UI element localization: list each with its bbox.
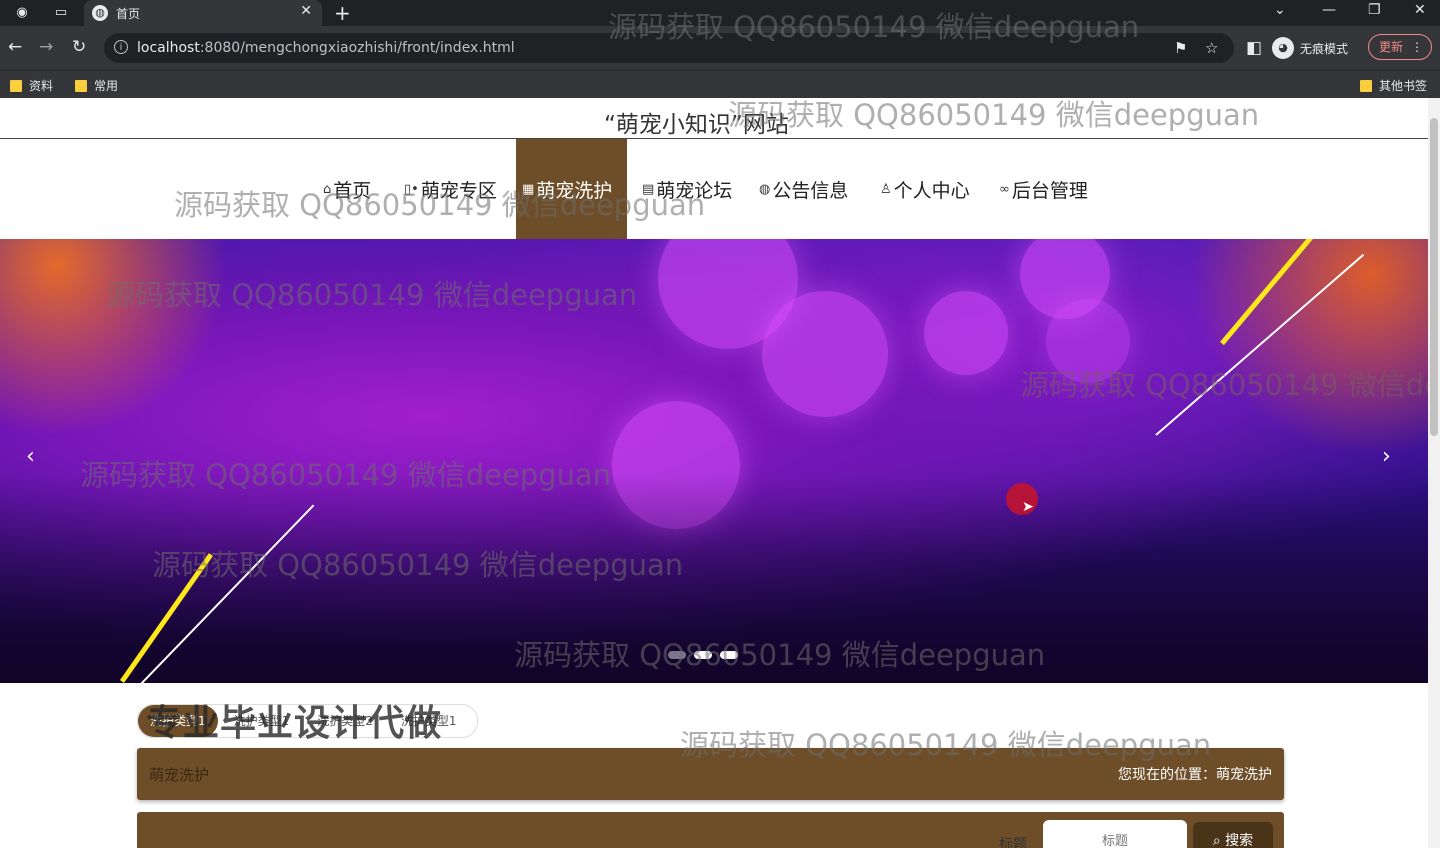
search-bar: 标题 ⌕ 搜索 <box>137 812 1284 848</box>
carousel-dot[interactable] <box>668 651 686 659</box>
link-icon: ∞ <box>999 181 1010 197</box>
tab-title: 首页 <box>116 7 141 21</box>
bookmark-label: 资料 <box>29 79 54 93</box>
nav-item-home[interactable]: ⌂ 首页 <box>323 139 371 239</box>
breadcrumb: 您现在的位置：萌宠洗护 <box>1118 767 1272 783</box>
browser-tab[interactable]: ◍ 首页 ✕ <box>84 0 322 26</box>
close-icon[interactable]: ✕ <box>300 3 312 19</box>
bookmark-label: 其他书签 <box>1379 79 1428 93</box>
minimize-icon[interactable]: — <box>1322 2 1336 18</box>
nav-item-admin[interactable]: ∞ 后台管理 <box>999 139 1088 239</box>
forward-icon[interactable]: → <box>39 37 53 57</box>
address-bar[interactable]: i localhost:8080/mengchongxiaozhishi/fro… <box>104 33 1234 63</box>
bookmark-label: 常用 <box>94 79 119 93</box>
globe-icon: ◍ <box>92 5 108 21</box>
scrollbar-thumb[interactable] <box>1430 118 1438 436</box>
carousel-indicators <box>668 651 738 659</box>
translate-icon[interactable]: ⚑ <box>1174 39 1187 57</box>
globe-icon: ◍ <box>759 181 771 197</box>
nav-item-pet-zone[interactable]: ▯• 萌宠专区 <box>404 139 497 239</box>
bokeh-light <box>924 291 1008 375</box>
carousel-dot[interactable] <box>720 651 738 659</box>
bookmarks-bar: 资料 常用 其他书签 <box>0 70 1440 98</box>
home-icon: ⌂ <box>323 181 332 197</box>
other-bookmarks[interactable]: 其他书签 <box>1360 77 1427 94</box>
user-icon: ♙ <box>880 181 892 197</box>
page-scrollbar[interactable] <box>1428 98 1440 848</box>
mouse-cursor-icon: ➤ <box>1022 499 1034 515</box>
nav-label: 首页 <box>333 179 372 202</box>
search-label: 标题 <box>999 837 1027 848</box>
star-icon[interactable]: ☆ <box>1205 39 1218 57</box>
carousel-dot[interactable] <box>694 651 712 659</box>
sidebar-icon[interactable]: ◧ <box>1246 38 1262 58</box>
browser-logo-icon[interactable]: ◉ <box>13 4 31 22</box>
url-text[interactable]: localhost:8080/mengchongxiaozhishi/front… <box>137 40 515 56</box>
update-label: 更新 <box>1379 40 1404 54</box>
nav-label: 萌宠专区 <box>420 179 497 202</box>
restore-icon[interactable]: ❐ <box>1368 2 1381 18</box>
nav-label: 后台管理 <box>1011 179 1088 202</box>
nav-label: 萌宠论坛 <box>656 179 733 202</box>
breadcrumb-bar: 萌宠洗护 您现在的位置：萌宠洗护 <box>137 748 1284 800</box>
nav-item-notices[interactable]: ◍ 公告信息 <box>759 139 848 239</box>
main-nav: ⌂ 首页 ▯• 萌宠专区 ▦ 萌宠洗护 ▤ 萌宠论坛 ◍ 公告信息 ♙ 个人中心 ∞ 后台管理 <box>0 139 1428 239</box>
folder-icon <box>10 79 22 92</box>
nav-label: 萌宠洗护 <box>536 179 613 202</box>
chevron-down-icon[interactable]: ⌄ <box>1274 2 1286 18</box>
nav-item-profile[interactable]: ♙ 个人中心 <box>880 139 970 239</box>
search-button-label: 搜索 <box>1225 833 1254 848</box>
nav-label: 公告信息 <box>772 179 849 202</box>
folder-icon <box>1360 79 1372 92</box>
browser-toolbar: ← → ↻ i localhost:8080/mengchongxiaozhis… <box>0 26 1440 70</box>
carousel[interactable]: ‹ › ➤ <box>0 239 1428 683</box>
incognito-indicator[interactable]: ◕ 无痕模式 <box>1272 35 1348 61</box>
bookmark-folder-2[interactable]: 常用 <box>75 77 118 94</box>
reload-icon[interactable]: ↻ <box>72 37 86 57</box>
search-icon: ⌕ <box>1212 833 1221 848</box>
new-tab-icon[interactable]: + <box>334 1 351 25</box>
back-icon[interactable]: ← <box>8 37 22 57</box>
care-icon: ▦ <box>522 181 535 197</box>
nav-item-pet-care[interactable]: ▦ 萌宠洗护 <box>516 139 627 239</box>
incognito-label: 无痕模式 <box>1300 41 1349 56</box>
info-icon[interactable]: i <box>114 40 128 54</box>
section-title: 萌宠洗护 <box>149 766 210 784</box>
update-button[interactable]: 更新 ⋮ <box>1368 34 1432 60</box>
nav-label: 个人中心 <box>893 179 970 202</box>
web-page: “萌宠小知识”网站 ⌂ 首页 ▯• 萌宠专区 ▦ 萌宠洗护 ▤ 萌宠论坛 ◍ 公告信息 ♙… <box>0 98 1428 848</box>
search-button[interactable]: ⌕ 搜索 <box>1193 822 1273 848</box>
forum-icon: ▤ <box>642 181 655 197</box>
site-title: “萌宠小知识”网站 <box>604 112 789 138</box>
light-ray <box>1220 239 1327 346</box>
browser-tab-strip: ◉ ▭ ◍ 首页 ✕ + ⌄ — ❐ ✕ <box>0 0 1440 26</box>
bokeh-light <box>1046 299 1130 383</box>
nav-item-forum[interactable]: ▤ 萌宠论坛 <box>642 139 732 239</box>
promo-overlay-text: 专业毕业设计代做 <box>146 703 443 744</box>
bookmark-folder-1[interactable]: 资料 <box>10 77 53 94</box>
tab-search-icon[interactable]: ▭ <box>52 4 70 22</box>
bokeh-light <box>762 291 888 417</box>
menu-icon[interactable]: ⋮ <box>1411 35 1423 59</box>
folder-icon <box>75 79 87 92</box>
pet-icon: ▯• <box>404 181 419 197</box>
site-header: “萌宠小知识”网站 <box>0 98 1428 139</box>
carousel-prev-button[interactable]: ‹ <box>26 444 35 469</box>
search-input[interactable] <box>1043 820 1187 848</box>
carousel-next-button[interactable]: › <box>1382 444 1391 469</box>
light-ray <box>1155 253 1365 436</box>
window-close-icon[interactable]: ✕ <box>1414 2 1426 18</box>
incognito-icon: ◕ <box>1272 37 1294 59</box>
